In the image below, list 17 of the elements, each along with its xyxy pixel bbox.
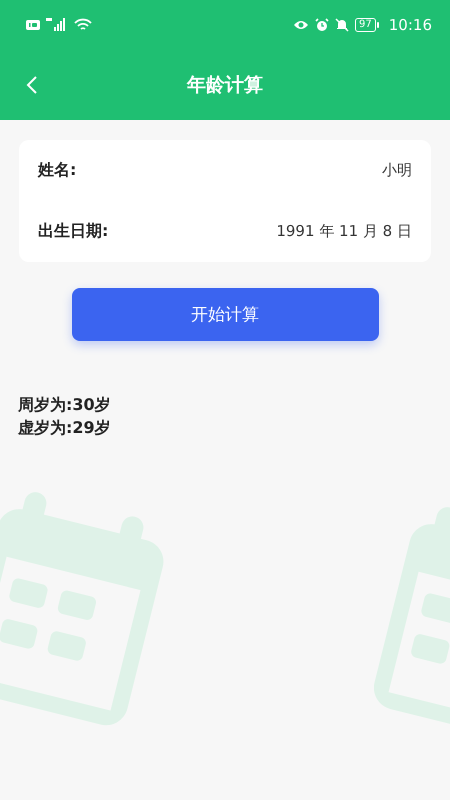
signal-icon xyxy=(46,18,68,32)
battery-icon: 97 xyxy=(355,18,379,32)
calculate-button[interactable]: 开始计算 xyxy=(72,288,378,341)
wifi-icon xyxy=(74,18,92,32)
result-text: 虚岁为:29岁 xyxy=(18,418,111,439)
result-text: 周岁为:30岁 xyxy=(18,395,111,416)
bell-off-icon xyxy=(335,18,350,32)
field-label: 姓名: xyxy=(38,160,76,181)
field-label: 出生日期: xyxy=(38,221,108,242)
page-title: 年龄计算 xyxy=(187,73,263,98)
back-icon[interactable] xyxy=(26,75,38,95)
status-time: 10:16 xyxy=(388,16,432,34)
field-value[interactable]: 小明 xyxy=(382,161,412,180)
field-value[interactable]: 1991 年 11 月 8 日 xyxy=(276,222,412,241)
alarm-icon xyxy=(315,18,330,32)
hd-icon xyxy=(26,20,40,30)
eye-icon xyxy=(293,19,310,31)
